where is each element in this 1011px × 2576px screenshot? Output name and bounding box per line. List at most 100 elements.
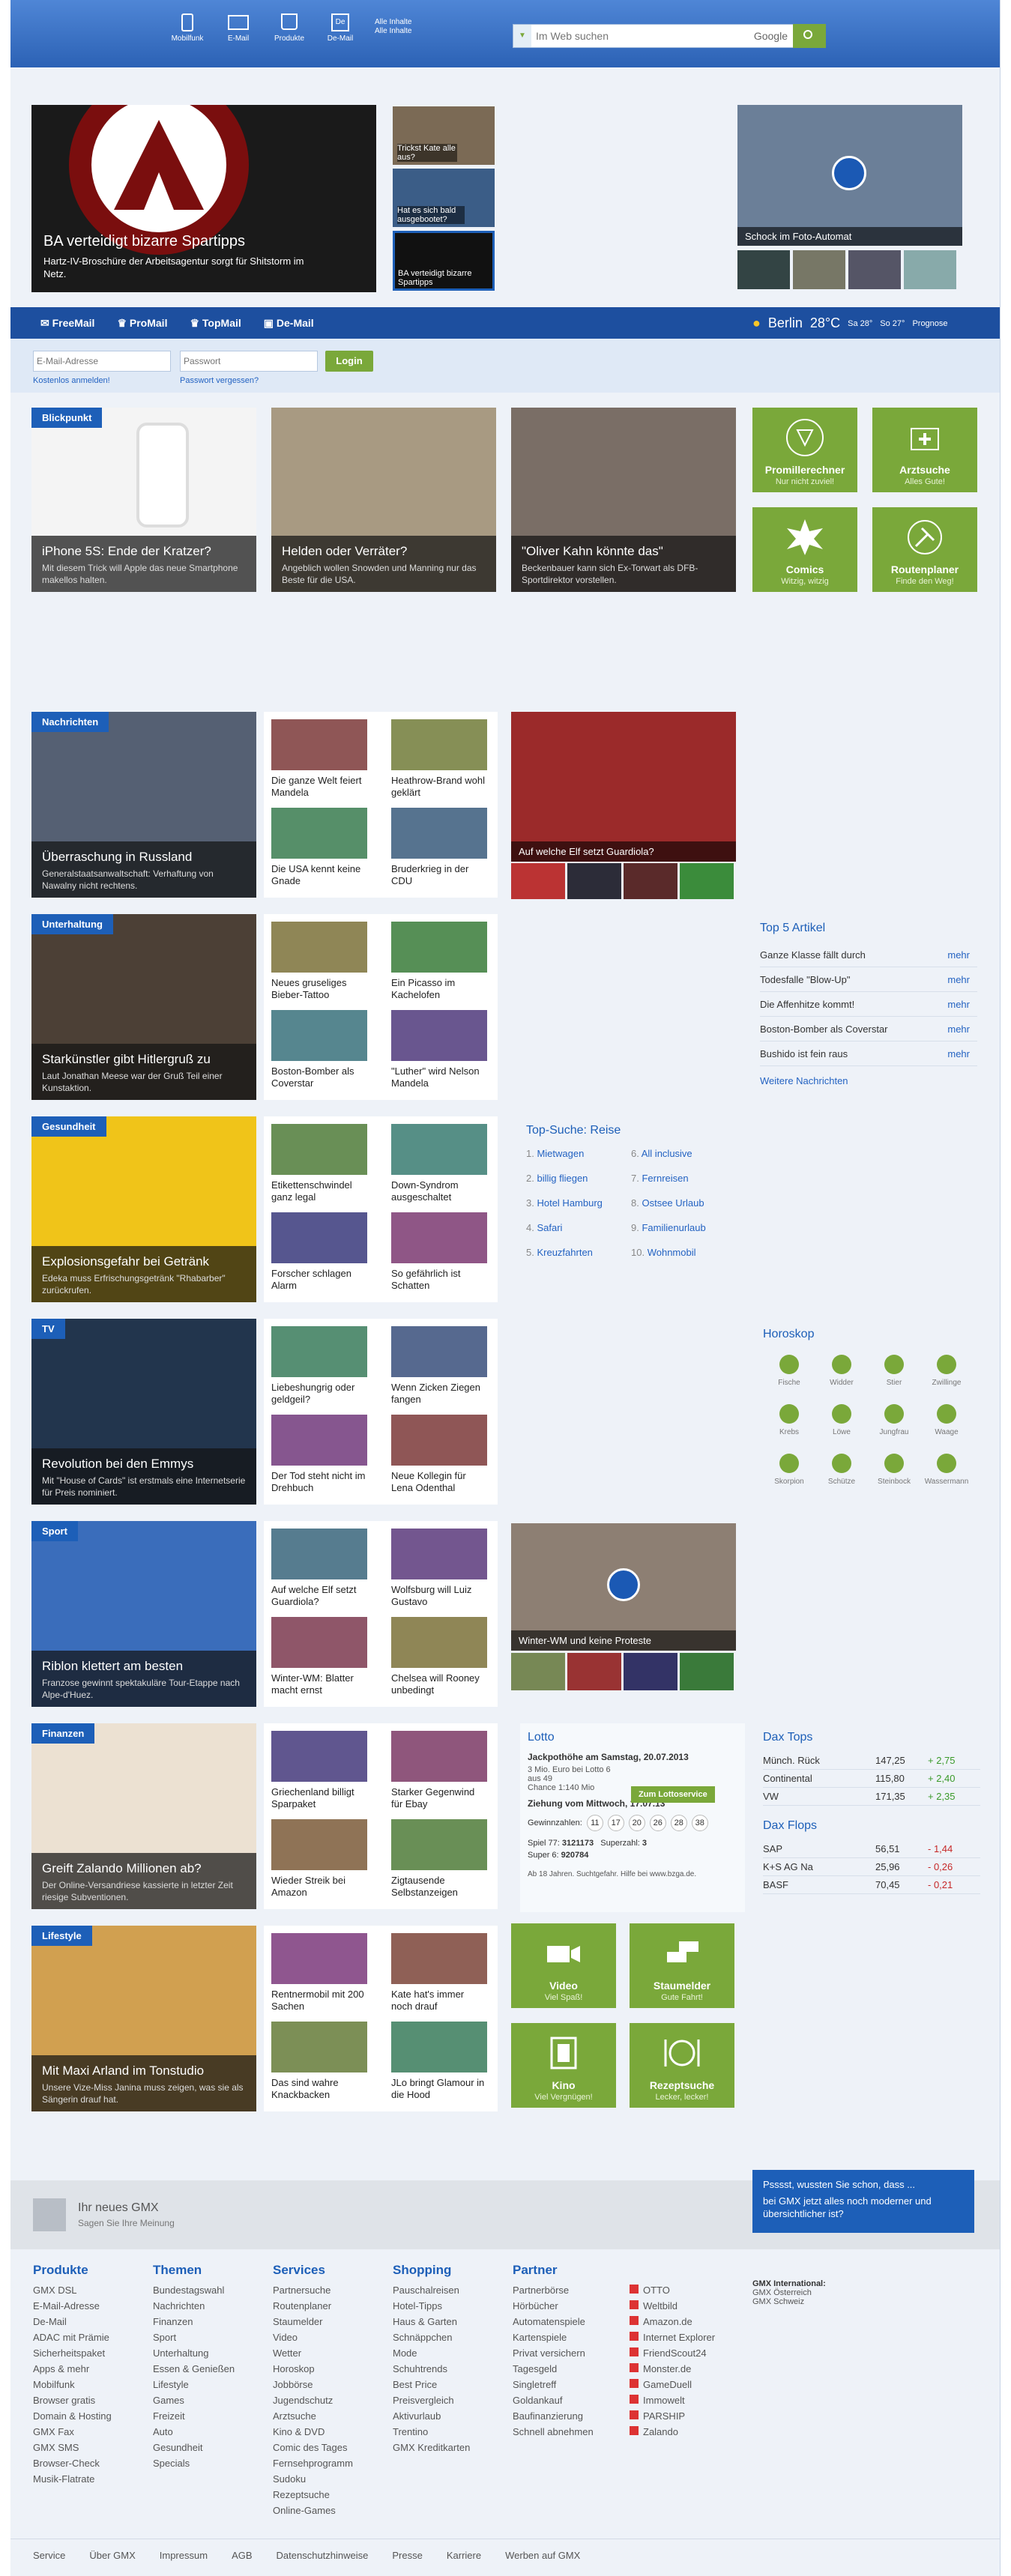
- video-thumb[interactable]: [624, 1653, 677, 1690]
- hero-video[interactable]: Schock im Foto-Automat: [737, 105, 962, 246]
- footer-link[interactable]: GMX Kreditkarten: [393, 2440, 470, 2455]
- search-input[interactable]: [536, 28, 738, 44]
- footer-link[interactable]: Preisvergleich: [393, 2392, 470, 2408]
- hero-main[interactable]: BA verteidigt bizarre Spartipps Hartz-IV…: [31, 105, 376, 292]
- dax-row[interactable]: BASF 70,45- 0,21: [763, 1876, 980, 1894]
- horoskop-sign[interactable]: Steinbock: [868, 1454, 920, 1503]
- email-field[interactable]: [33, 351, 171, 372]
- footer-link[interactable]: Routenplaner: [273, 2298, 353, 2314]
- footer-link[interactable]: Auto: [153, 2424, 235, 2440]
- footer-link[interactable]: GMX SMS: [33, 2440, 112, 2455]
- section-main-3[interactable]: TV Revolution bei den Emmys Mit "House of…: [31, 1319, 256, 1505]
- topsuche-item[interactable]: 3. Hotel Hamburg: [526, 1197, 603, 1209]
- footer-link[interactable]: Automatenspiele: [513, 2314, 594, 2329]
- small-article[interactable]: Heathrow-Brand wohl geklärt: [391, 719, 487, 799]
- footer-link[interactable]: Mobilfunk: [33, 2377, 112, 2392]
- top5-item[interactable]: Die Affenhitze kommt! mehr: [760, 992, 977, 1017]
- topsuche-item[interactable]: 6. All inclusive: [631, 1148, 692, 1159]
- horoskop-sign[interactable]: Stier: [868, 1355, 920, 1404]
- footer-link[interactable]: Essen & Genießen: [153, 2361, 235, 2377]
- small-article[interactable]: Der Tod steht nicht im Drehbuch: [271, 1415, 367, 1494]
- small-article[interactable]: Forscher schlagen Alarm: [271, 1212, 367, 1292]
- small-article[interactable]: "Luther" wird Nelson Mandela: [391, 1010, 487, 1089]
- footer-link[interactable]: Haus & Garten: [393, 2314, 470, 2329]
- footer-link[interactable]: GMX Fax: [33, 2424, 112, 2440]
- footer-link[interactable]: Baufinanzierung: [513, 2408, 594, 2424]
- footer-link[interactable]: Trentino: [393, 2424, 470, 2440]
- small-article[interactable]: Die USA kennt keine Gnade: [271, 808, 367, 887]
- video-thumb[interactable]: [511, 1653, 565, 1690]
- section-main-2[interactable]: Gesundheit Explosionsgefahr bei Getränk E…: [31, 1116, 256, 1302]
- arztsuche-tile[interactable]: Arztsuche Alles Gute!: [872, 408, 977, 492]
- horoskop-sign[interactable]: Wassermann: [920, 1454, 973, 1503]
- forgot-link[interactable]: Passwort vergessen?: [180, 376, 259, 385]
- gallery-thumb[interactable]: [567, 863, 621, 899]
- footer-link[interactable]: Finanzen: [153, 2314, 235, 2329]
- footer-link[interactable]: Freizeit: [153, 2408, 235, 2424]
- footer-link[interactable]: Privat versichern: [513, 2345, 594, 2361]
- comics-tile[interactable]: Comics Witzig, witzig: [752, 507, 857, 592]
- footer-link[interactable]: Games: [153, 2392, 235, 2408]
- top5-item[interactable]: Todesfalle "Blow-Up" mehr: [760, 967, 977, 992]
- small-article[interactable]: Boston-Bomber als Coverstar: [271, 1010, 367, 1089]
- footer-link[interactable]: Apps & mehr: [33, 2361, 112, 2377]
- small-article[interactable]: So gefährlich ist Schatten: [391, 1212, 487, 1292]
- small-article[interactable]: Chelsea will Rooney unbedingt: [391, 1617, 487, 1696]
- bottom-link[interactable]: Karriere: [447, 2550, 481, 2561]
- footer-link[interactable]: Specials: [153, 2455, 235, 2471]
- footer-link[interactable]: ADAC mit Prämie: [33, 2329, 112, 2345]
- staumelder-tile[interactable]: Staumelder Gute Fahrt!: [630, 1923, 734, 2008]
- footer-link[interactable]: Schnäppchen: [393, 2329, 470, 2345]
- bottom-link[interactable]: Service: [33, 2550, 65, 2561]
- blickpunkt-tile-2[interactable]: Helden oder Verräter? Angeblich wollen Sn…: [271, 408, 496, 592]
- mobilfunk-link[interactable]: Mobilfunk: [171, 13, 204, 43]
- footer-link[interactable]: E-Mail-Adresse: [33, 2298, 112, 2314]
- topsuche-item[interactable]: 4. Safari: [526, 1222, 562, 1233]
- password-field[interactable]: [180, 351, 318, 372]
- horoskop-sign[interactable]: Krebs: [763, 1404, 815, 1454]
- topsuche-item[interactable]: 1. Mietwagen: [526, 1148, 584, 1159]
- bottom-link[interactable]: Werben auf GMX: [505, 2550, 580, 2561]
- footer-link[interactable]: Partnersuche: [273, 2282, 353, 2298]
- video-thumb[interactable]: [793, 250, 845, 289]
- section-main-6[interactable]: Lifestyle Mit Maxi Arland im Tonstudio Un…: [31, 1926, 256, 2111]
- small-article[interactable]: Die ganze Welt feiert Mandela: [271, 719, 367, 799]
- footer-link[interactable]: Bundestagswahl: [153, 2282, 235, 2298]
- footer-link[interactable]: Sport: [153, 2329, 235, 2345]
- brand-link[interactable]: Internet Explorer: [630, 2329, 715, 2345]
- bottom-link[interactable]: AGB: [232, 2550, 252, 2561]
- horoskop-sign[interactable]: Löwe: [815, 1404, 868, 1454]
- small-article[interactable]: Ein Picasso im Kachelofen: [391, 922, 487, 1001]
- brand-link[interactable]: Zalando: [630, 2424, 715, 2440]
- footer-link[interactable]: Kartenspiele: [513, 2329, 594, 2345]
- topsuche-item[interactable]: 9. Familienurlaub: [631, 1222, 706, 1233]
- footer-link[interactable]: Jobbörse: [273, 2377, 353, 2392]
- small-article[interactable]: Rentnermobil mit 200 Sachen: [271, 1933, 367, 2013]
- footer-link[interactable]: Staumelder: [273, 2314, 353, 2329]
- small-article[interactable]: JLo bringt Glamour in die Hood: [391, 2022, 487, 2101]
- section-main-0[interactable]: Nachrichten Überraschung in Russland Gene…: [31, 712, 256, 898]
- video-thumb[interactable]: [737, 250, 790, 289]
- hero-thumb-1[interactable]: Trickst Kate alle aus?: [393, 106, 495, 165]
- tab-demail[interactable]: ▣ De-Mail: [264, 317, 314, 330]
- bottom-link[interactable]: Über GMX: [89, 2550, 135, 2561]
- brand-link[interactable]: OTTO: [630, 2282, 715, 2298]
- footer-link[interactable]: Hotel-Tipps: [393, 2298, 470, 2314]
- small-article[interactable]: Auf welche Elf setzt Guardiola?: [271, 1529, 367, 1608]
- topsuche-item[interactable]: 2. billig fliegen: [526, 1173, 588, 1184]
- footer-link[interactable]: Schuhtrends: [393, 2361, 470, 2377]
- dax-row[interactable]: K+S AG Na 25,96- 0,26: [763, 1858, 980, 1876]
- login-button[interactable]: Login: [325, 351, 373, 372]
- footer-link[interactable]: Goldankauf: [513, 2392, 594, 2408]
- brand-link[interactable]: Immowelt: [630, 2392, 715, 2408]
- sport-gallery[interactable]: Auf welche Elf setzt Guardiola?: [511, 712, 736, 862]
- footer-link[interactable]: Singletreff: [513, 2377, 594, 2392]
- blickpunkt-tile-1[interactable]: Blickpunkt iPhone 5S: Ende der Kratzer? M…: [31, 408, 256, 592]
- horoskop-sign[interactable]: Fische: [763, 1355, 815, 1404]
- alle-inhalte-link[interactable]: Alle Inhalte Alle Inhalte: [375, 13, 411, 43]
- footer-link[interactable]: Aktivurlaub: [393, 2408, 470, 2424]
- bottom-link[interactable]: Datenschutzhinweise: [277, 2550, 369, 2561]
- bottom-link[interactable]: Impressum: [160, 2550, 208, 2561]
- gallery-thumb[interactable]: [511, 863, 565, 899]
- small-article[interactable]: Wolfsburg will Luiz Gustavo: [391, 1529, 487, 1608]
